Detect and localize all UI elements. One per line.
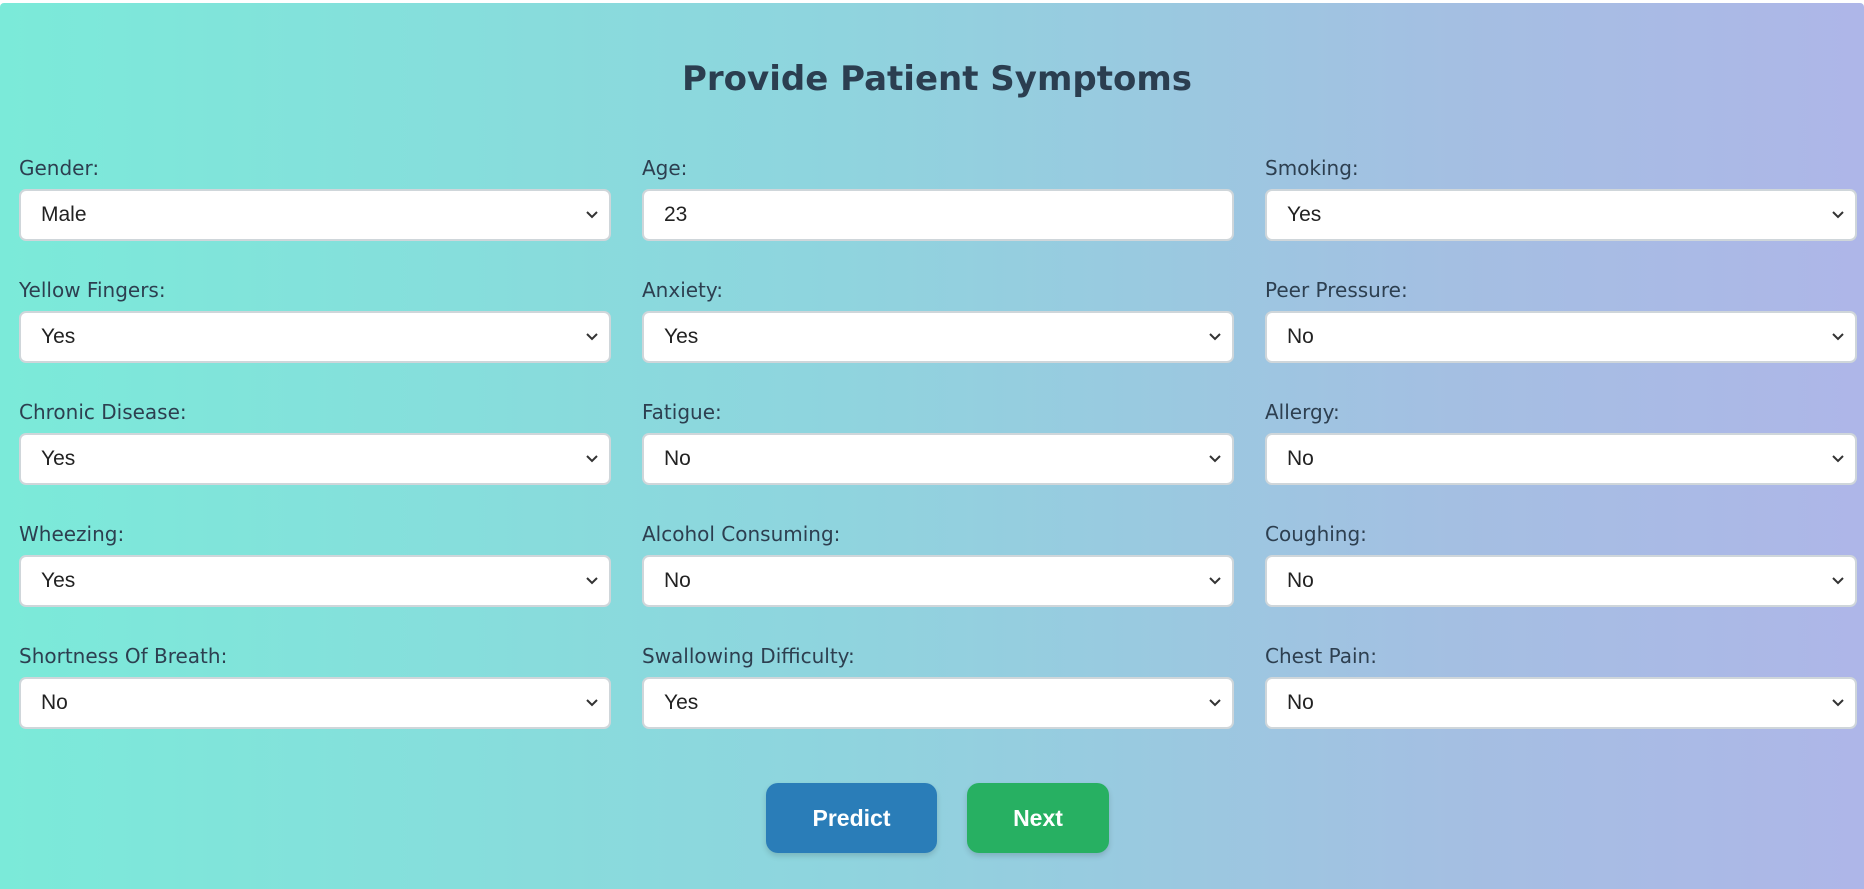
field-label: Alcohol Consuming: — [642, 522, 841, 546]
select-value: Yes — [41, 325, 76, 348]
field-fatigue: Fatigue: No — [642, 398, 1234, 485]
chevron-down-icon — [1832, 333, 1844, 341]
select-value: Male — [41, 203, 87, 226]
field-label: Anxiety: — [642, 278, 724, 302]
fatigue-select[interactable]: No — [642, 433, 1234, 485]
field-peer-pressure: Peer Pressure: No — [1265, 276, 1857, 363]
field-shortness-of-breath: Shortness Of Breath: No — [19, 642, 611, 729]
field-label: Shortness Of Breath: — [19, 644, 228, 668]
alcohol-consuming-select[interactable]: No — [642, 555, 1234, 607]
chevron-down-icon — [586, 699, 598, 707]
select-value: Yes — [664, 691, 699, 714]
wheezing-select[interactable]: Yes — [19, 555, 611, 607]
chevron-down-icon — [1832, 699, 1844, 707]
swallowing-difficulty-select[interactable]: Yes — [642, 677, 1234, 729]
select-value: No — [664, 447, 691, 470]
field-label: Peer Pressure: — [1265, 278, 1408, 302]
chevron-down-icon — [586, 577, 598, 585]
field-alcohol-consuming: Alcohol Consuming: No — [642, 520, 1234, 607]
field-label: Smoking: — [1265, 156, 1359, 180]
smoking-select[interactable]: Yes — [1265, 189, 1857, 241]
field-swallowing-difficulty: Swallowing Difficulty: Yes — [642, 642, 1234, 729]
select-value: No — [1287, 325, 1314, 348]
select-value: No — [1287, 569, 1314, 592]
field-gender: Gender: Male — [19, 154, 611, 241]
chest-pain-select[interactable]: No — [1265, 677, 1857, 729]
field-anxiety: Anxiety: Yes — [642, 276, 1234, 363]
yellow-fingers-select[interactable]: Yes — [19, 311, 611, 363]
field-coughing: Coughing: No — [1265, 520, 1857, 607]
age-input[interactable]: 23 — [642, 189, 1234, 241]
field-chronic-disease: Chronic Disease: Yes — [19, 398, 611, 485]
select-value: Yes — [664, 325, 699, 348]
chevron-down-icon — [1209, 455, 1221, 463]
field-label: Swallowing Difficulty: — [642, 644, 855, 668]
page-title: Provide Patient Symptoms — [682, 59, 1192, 99]
chevron-down-icon — [1832, 455, 1844, 463]
symptoms-form-grid: Gender: Male Age: 23 Smoking: Yes Yellow… — [19, 154, 1857, 729]
field-age: Age: 23 — [642, 154, 1234, 241]
select-value: No — [41, 691, 68, 714]
select-value: No — [1287, 691, 1314, 714]
select-value: No — [1287, 447, 1314, 470]
coughing-select[interactable]: No — [1265, 555, 1857, 607]
form-page: Provide Patient Symptoms Gender: Male Ag… — [0, 3, 1864, 889]
gender-select[interactable]: Male — [19, 189, 611, 241]
select-value: No — [664, 569, 691, 592]
chevron-down-icon — [586, 211, 598, 219]
select-value: Yes — [1287, 203, 1322, 226]
predict-button[interactable]: Predict — [766, 783, 937, 853]
field-chest-pain: Chest Pain: No — [1265, 642, 1857, 729]
field-label: Gender: — [19, 156, 100, 180]
field-label: Chest Pain: — [1265, 644, 1377, 668]
peer-pressure-select[interactable]: No — [1265, 311, 1857, 363]
field-label: Age: — [642, 156, 688, 180]
field-label: Chronic Disease: — [19, 400, 187, 424]
chevron-down-icon — [586, 455, 598, 463]
chevron-down-icon — [1832, 577, 1844, 585]
field-wheezing: Wheezing: Yes — [19, 520, 611, 607]
chevron-down-icon — [586, 333, 598, 341]
select-value: Yes — [41, 569, 76, 592]
allergy-select[interactable]: No — [1265, 433, 1857, 485]
shortness-of-breath-select[interactable]: No — [19, 677, 611, 729]
field-label: Wheezing: — [19, 522, 125, 546]
field-label: Coughing: — [1265, 522, 1367, 546]
field-allergy: Allergy: No — [1265, 398, 1857, 485]
chevron-down-icon — [1832, 211, 1844, 219]
next-button[interactable]: Next — [967, 783, 1109, 853]
input-value: 23 — [664, 203, 688, 226]
field-label: Allergy: — [1265, 400, 1340, 424]
field-label: Fatigue: — [642, 400, 722, 424]
chevron-down-icon — [1209, 699, 1221, 707]
field-smoking: Smoking: Yes — [1265, 154, 1857, 241]
form-actions: Predict Next — [766, 783, 1109, 853]
anxiety-select[interactable]: Yes — [642, 311, 1234, 363]
chevron-down-icon — [1209, 333, 1221, 341]
field-yellow-fingers: Yellow Fingers: Yes — [19, 276, 611, 363]
chevron-down-icon — [1209, 577, 1221, 585]
select-value: Yes — [41, 447, 76, 470]
chronic-disease-select[interactable]: Yes — [19, 433, 611, 485]
field-label: Yellow Fingers: — [19, 278, 166, 302]
